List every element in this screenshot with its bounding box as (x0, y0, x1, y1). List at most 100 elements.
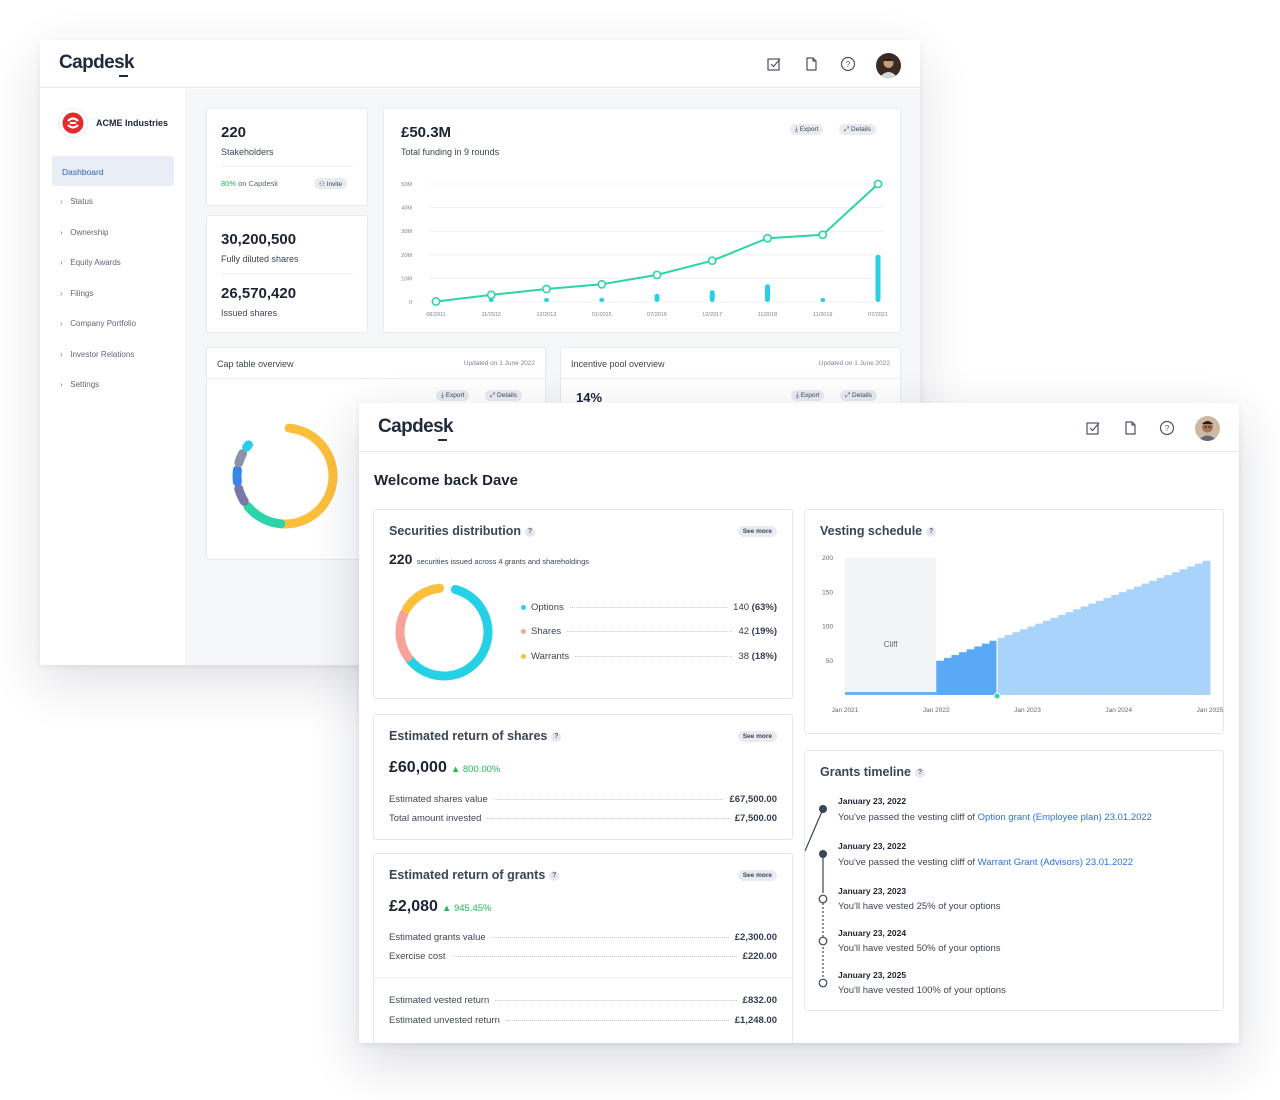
vesting-step (1088, 603, 1097, 695)
vesting-step (951, 655, 960, 695)
grants-timeline-card: Grants timeline? January 23, 2022 You've… (804, 750, 1224, 1011)
funding-chart: 0 10M 20M 30M 40M 50M 08/2011 11/2012 12/2013 01/… (401, 179, 888, 318)
warrant-grant-link[interactable]: Warrant Grant (Advisors) 23.01.2022 (978, 857, 1133, 868)
x-tick-label: 11/2019 (813, 312, 832, 318)
timeline-date: January 23, 2025 (838, 970, 907, 980)
donut-segment-warrants (395, 583, 493, 681)
capdesk-logo[interactable]: Capdesk (59, 52, 135, 77)
securities-distribution-card: Securities distribution? See more 220 se… (373, 509, 793, 699)
help-icon[interactable]: ? (549, 871, 560, 881)
capdesk-logo[interactable]: Capdesk (378, 416, 454, 441)
invite-button[interactable]: ⚇ Invite (314, 178, 348, 189)
company-name: ACME Industries (96, 118, 169, 128)
securities-see-more-button[interactable]: See more (737, 526, 777, 537)
funding-point (707, 256, 717, 266)
x-tick-label: 07/2021 (868, 312, 888, 318)
vesting-step (974, 646, 983, 695)
timeline-track (805, 805, 828, 988)
cliff-label: Cliff (884, 640, 898, 649)
company-switcher[interactable]: ACME Industries (58, 108, 168, 138)
return-grants-title: Estimated return of grants? (389, 868, 560, 882)
funding-round-bar (765, 284, 770, 302)
funding-point (431, 297, 441, 306)
document-icon[interactable] (803, 56, 819, 72)
funding-point (763, 233, 772, 243)
help-icon[interactable]: ? (1159, 420, 1175, 436)
cumulative-funding-line (435, 183, 879, 303)
sidebar-item-equity-awards[interactable]: › Equity Awards (60, 258, 121, 267)
checkbox-icon[interactable] (766, 56, 782, 72)
svg-text:?: ? (846, 60, 851, 69)
vesting-step (1111, 595, 1120, 695)
vesting-step (1019, 629, 1028, 695)
vesting-step (997, 637, 1006, 695)
option-grant-link[interactable]: Option grant (Employee plan) 23.01.2022 (978, 812, 1152, 823)
legend-options: Options 140 (63%) (521, 601, 777, 613)
vesting-step (1050, 617, 1059, 695)
checkbox-icon[interactable] (1085, 420, 1101, 436)
y-tick-label: 50M (401, 182, 412, 188)
sidebar-item-dashboard[interactable]: Dashboard (52, 156, 174, 186)
y-tick-label: 100 (822, 624, 833, 631)
cap-table-details-button[interactable]: ⤢ Details (485, 390, 522, 401)
x-tick-label: 08/2011 (426, 312, 445, 318)
donut-segment-shares (395, 583, 493, 681)
x-tick-label: Jan 2021 (832, 707, 859, 714)
sidebar-item-status[interactable]: › Status (60, 197, 93, 206)
securities-title: Securities distribution? (389, 524, 535, 538)
vesting-step (1171, 572, 1180, 695)
funding-point (486, 290, 496, 300)
issued-shares-value: 26,570,420 (221, 285, 297, 302)
return-grants-value: £2,080 ▲ 945.45% (389, 898, 492, 915)
sidebar-item-investor-relations[interactable]: › Investor Relations (60, 350, 134, 359)
fully-diluted-label: Fully diluted shares (221, 254, 299, 264)
estimated-vested-return-row: Estimated vested return £832.00 (389, 994, 777, 1006)
y-tick-label: 50 (826, 658, 834, 665)
issued-shares-label: Issued shares (221, 308, 278, 318)
vesting-step (1035, 623, 1044, 695)
warrants-dot (521, 653, 526, 659)
sidebar-item-ownership[interactable]: › Ownership (60, 228, 108, 237)
cap-table-export-button[interactable]: ⤓ Export (436, 390, 470, 401)
y-tick-label: 150 (822, 589, 833, 596)
incentive-export-button[interactable]: ⤓ Export (791, 390, 825, 401)
incentive-details-button[interactable]: ⤢ Details (840, 390, 877, 401)
legend-warrants: Warrants 38 (18%) (521, 650, 777, 662)
return-shares-title: Estimated return of shares? (389, 729, 562, 743)
timeline-text: You'll have vested 100% of your options (838, 985, 1006, 996)
timeline-text: You'll have vested 50% of your options (838, 943, 1001, 954)
document-icon[interactable] (1122, 420, 1138, 436)
timeline-text: You've passed the vesting cliff of Optio… (838, 812, 1152, 823)
timeline-text: You've passed the vesting cliff of Warra… (838, 857, 1134, 868)
vesting-step (959, 652, 968, 695)
vesting-step (1103, 597, 1112, 695)
vesting-step (936, 660, 945, 695)
estimated-unvested-return-row: Estimated unvested return £1,248.00 (389, 1014, 777, 1026)
cap-table-donut (232, 423, 338, 529)
return-shares-see-more-button[interactable]: See more (737, 731, 777, 742)
user-avatar[interactable] (1195, 416, 1220, 441)
donut-segment-blue (232, 423, 338, 529)
sidebar-item-filings[interactable]: › Filings (60, 289, 93, 298)
timeline-date: January 23, 2024 (838, 928, 907, 938)
today-marker (993, 692, 1001, 700)
sidebar-item-company-portfolio[interactable]: › Company Portfolio (60, 319, 136, 328)
sidebar-item-settings[interactable]: › Settings (60, 380, 99, 389)
help-icon[interactable]: ? (915, 768, 925, 778)
exercise-cost-row: Exercise cost £220.00 (389, 950, 777, 962)
fully-diluted-value: 30,200,500 (221, 231, 297, 248)
user-avatar[interactable] (876, 53, 901, 78)
y-tick-label: 200 (822, 555, 833, 562)
help-icon[interactable]: ? (524, 527, 535, 537)
stakeholders-label: Stakeholders (221, 147, 274, 157)
total-invested-row: Total amount invested £7,500.00 (389, 812, 777, 824)
vesting-step (1149, 580, 1158, 695)
company-logo (58, 108, 88, 138)
cap-table-updated: Updated on 1 June 2022 (463, 360, 535, 367)
help-icon[interactable]: ? (551, 732, 562, 742)
incentive-updated: Updated on 1 June 2022 (818, 360, 890, 367)
return-grants-see-more-button[interactable]: See more (737, 870, 777, 881)
help-icon[interactable]: ? (840, 56, 856, 72)
vesting-step (1133, 586, 1142, 695)
timeline-marker-past (819, 805, 827, 813)
